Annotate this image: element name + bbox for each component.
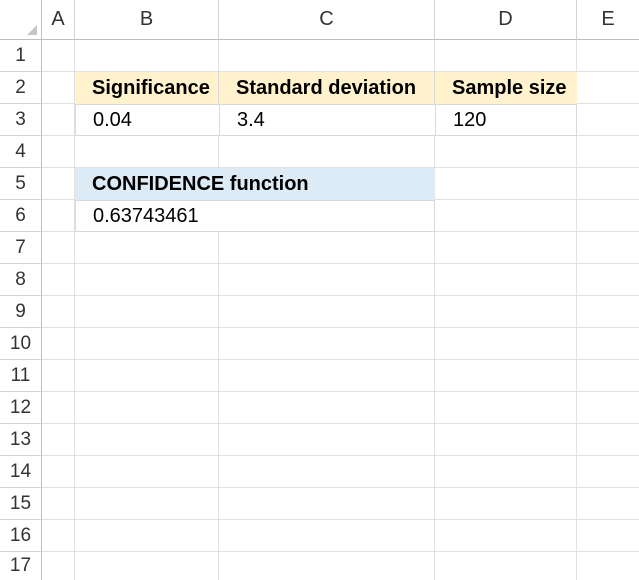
column-header-c[interactable]: C — [219, 0, 435, 40]
row-header-8[interactable]: 8 — [0, 264, 42, 296]
row-header-10[interactable]: 10 — [0, 328, 42, 360]
grid-line — [42, 295, 639, 296]
row-header-14[interactable]: 14 — [0, 456, 42, 488]
cell-d2[interactable]: Sample size — [435, 72, 577, 104]
column-header-a[interactable]: A — [42, 0, 75, 40]
column-header-d[interactable]: D — [435, 0, 577, 40]
row-header-7[interactable]: 7 — [0, 232, 42, 264]
select-all-triangle-icon — [27, 25, 37, 35]
cell-d3[interactable]: 120 — [435, 104, 577, 136]
row-header-17[interactable]: 17 — [0, 552, 42, 580]
spreadsheet-grid: A B C D E 1 2 3 4 5 6 7 8 9 10 11 12 13 … — [0, 0, 639, 580]
row-header-11[interactable]: 11 — [0, 360, 42, 392]
row-header-4[interactable]: 4 — [0, 136, 42, 168]
cell-c3[interactable]: 3.4 — [219, 104, 436, 136]
grid-line — [42, 263, 639, 264]
row-header-13[interactable]: 13 — [0, 424, 42, 456]
grid-line — [42, 359, 639, 360]
row-header-3[interactable]: 3 — [0, 104, 42, 136]
row-header-9[interactable]: 9 — [0, 296, 42, 328]
row-header-15[interactable]: 15 — [0, 488, 42, 520]
cell-c2[interactable]: Standard deviation — [219, 72, 435, 104]
row-header-6[interactable]: 6 — [0, 200, 42, 232]
grid-line — [42, 551, 639, 552]
grid-line — [42, 391, 639, 392]
row-header-1[interactable]: 1 — [0, 40, 42, 72]
row-header-12[interactable]: 12 — [0, 392, 42, 424]
cell-b5[interactable]: CONFIDENCE function — [75, 168, 435, 200]
grid-line — [42, 327, 639, 328]
row-header-5[interactable]: 5 — [0, 168, 42, 200]
grid-line — [42, 423, 639, 424]
grid-line — [42, 519, 639, 520]
row-header-2[interactable]: 2 — [0, 72, 42, 104]
cell-b2[interactable]: Significance — [75, 72, 219, 104]
column-header-b[interactable]: B — [75, 0, 219, 40]
cell-b3[interactable]: 0.04 — [75, 104, 220, 136]
column-header-e[interactable]: E — [577, 0, 639, 40]
grid-line — [42, 455, 639, 456]
row-header-16[interactable]: 16 — [0, 520, 42, 552]
cell-b6[interactable]: 0.63743461 — [75, 200, 435, 232]
grid-line — [42, 487, 639, 488]
select-all-button[interactable] — [0, 0, 42, 40]
